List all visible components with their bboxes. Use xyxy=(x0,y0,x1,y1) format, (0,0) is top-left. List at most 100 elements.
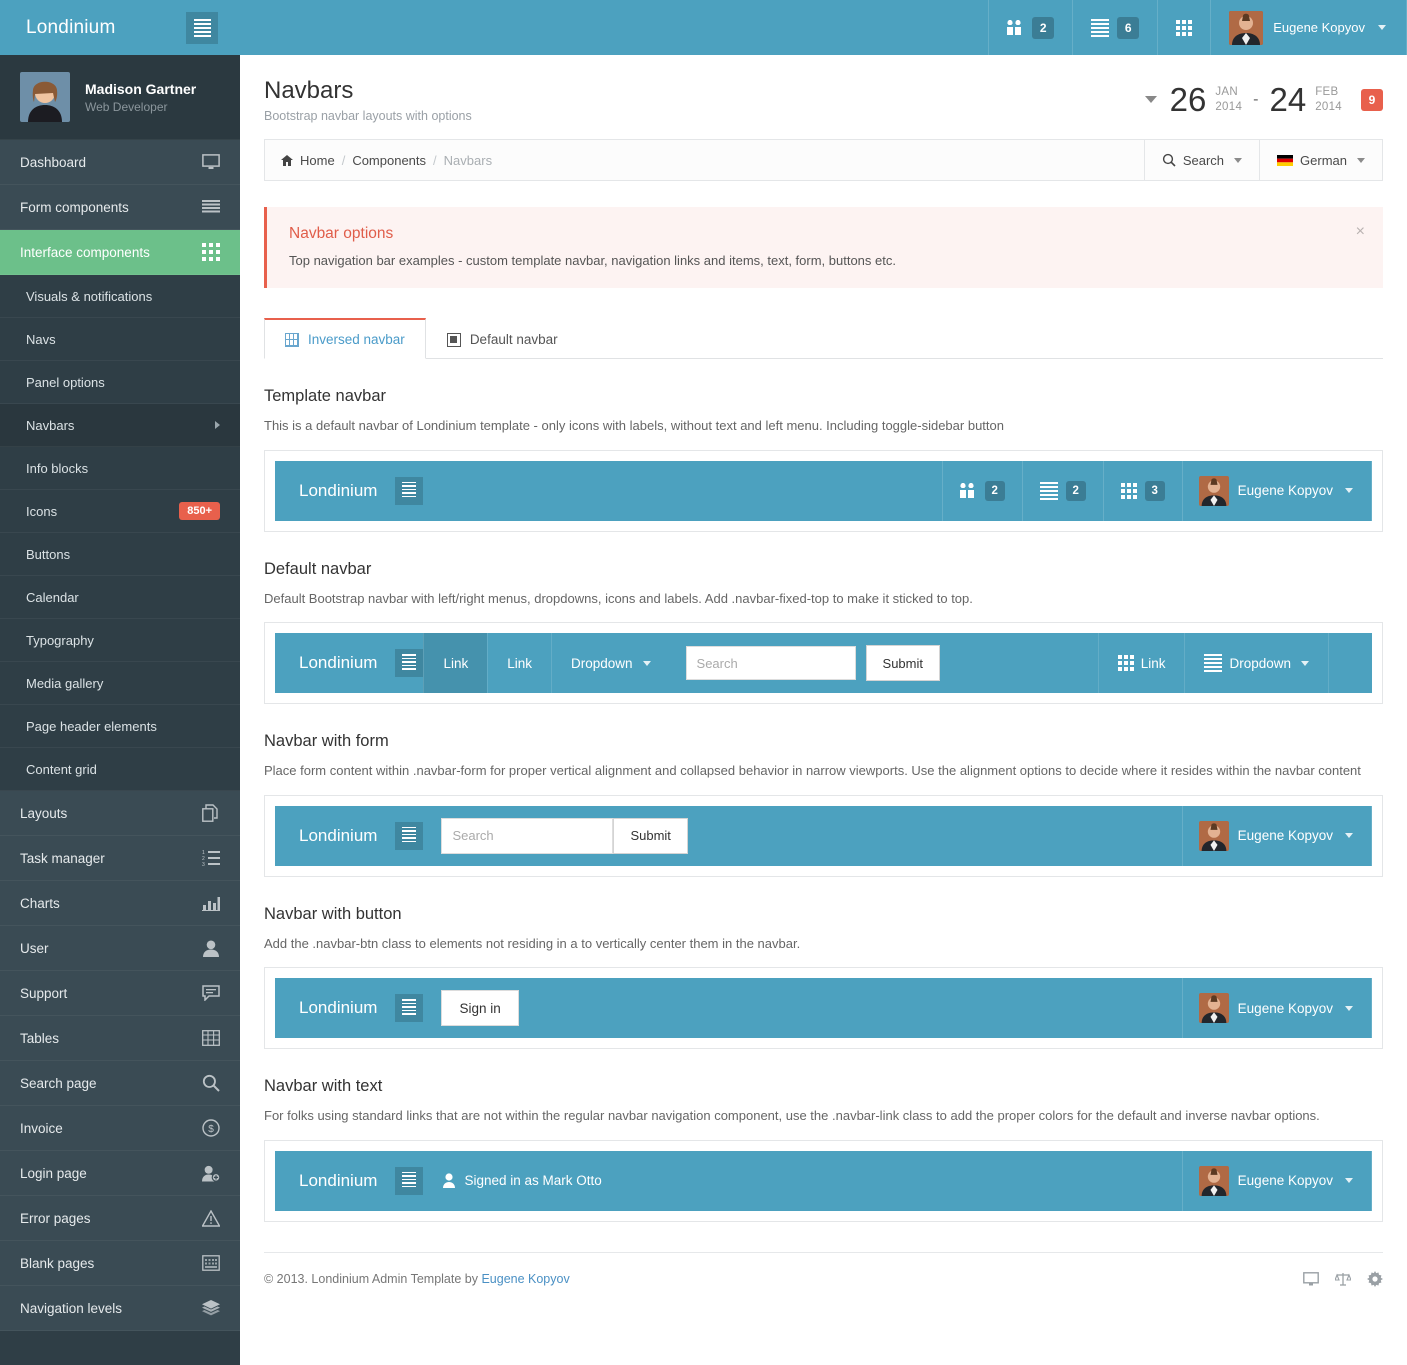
breadcrumb-components[interactable]: Components xyxy=(352,153,426,168)
section-description: This is a default navbar of Londinium te… xyxy=(264,418,1004,433)
sidebar-item-navs[interactable]: Navs xyxy=(0,318,240,361)
section-title: Navbar with form xyxy=(264,732,389,750)
sidebar-item-navbars[interactable]: Navbars xyxy=(0,404,240,447)
navbar-brand[interactable]: Londinium xyxy=(275,633,395,693)
navbar-toggle-button[interactable] xyxy=(395,476,424,505)
users-badge: 2 xyxy=(984,480,1005,501)
warning-triangle-icon xyxy=(202,1209,220,1227)
navbar-user-menu[interactable]: Eugene Kopyov xyxy=(1181,805,1372,866)
home-icon xyxy=(281,154,293,166)
sidebar-item-typography[interactable]: Typography xyxy=(0,619,240,662)
navbar-right-dropdown[interactable]: Dropdown xyxy=(1184,633,1328,693)
sidebar-item-charts[interactable]: Charts xyxy=(0,881,240,926)
date-dash: - xyxy=(1253,90,1259,108)
close-icon[interactable]: × xyxy=(1356,224,1365,240)
sidebar-item-layouts[interactable]: Layouts xyxy=(0,791,240,836)
sidebar-item-user[interactable]: User xyxy=(0,926,240,971)
navbar-link-2[interactable]: Link xyxy=(487,633,551,693)
navbar-link-1[interactable]: Link xyxy=(423,633,488,693)
navbar-user-name: Eugene Kopyov xyxy=(1237,483,1333,498)
sidebar-item-page-header-elements[interactable]: Page header elements xyxy=(0,705,240,748)
search-input[interactable] xyxy=(441,817,614,854)
chevron-down-icon xyxy=(1234,157,1243,163)
search-input[interactable] xyxy=(685,646,856,680)
navbar-brand[interactable]: Londinium xyxy=(275,978,395,1038)
section-navbar-text: Navbar with text For folks using standar… xyxy=(264,1077,1383,1222)
sidebar-item-navigation-levels[interactable]: Navigation levels xyxy=(0,1286,240,1331)
sidebar-toggle-button[interactable] xyxy=(186,11,218,44)
scales-icon[interactable] xyxy=(1335,1272,1351,1286)
breadcrumb-language-button[interactable]: German xyxy=(1259,140,1382,180)
gear-icon[interactable] xyxy=(1367,1270,1383,1287)
navbar-brand[interactable]: Londinium xyxy=(275,461,395,521)
sidebar-item-icons[interactable]: Icons 850+ xyxy=(0,490,240,533)
navbar-brand[interactable]: Londinium xyxy=(275,806,395,866)
navbar-user-menu[interactable]: Eugene Kopyov xyxy=(1181,1150,1372,1211)
section-description: For folks using standard links that are … xyxy=(264,1108,1320,1123)
sidebar-item-visuals-notifications[interactable]: Visuals & notifications xyxy=(0,275,240,318)
sidebar-item-login-page[interactable]: Login page xyxy=(0,1151,240,1196)
tab-default-navbar[interactable]: Default navbar xyxy=(426,319,579,359)
sidebar-item-info-blocks[interactable]: Info blocks xyxy=(0,447,240,490)
sidebar-item-interface-components[interactable]: Interface components xyxy=(0,230,240,275)
dropdown-label: Dropdown xyxy=(570,655,633,671)
date-start-month-year: JAN 2014 xyxy=(1215,86,1243,113)
sidebar-item-calendar[interactable]: Calendar xyxy=(0,576,240,619)
sidebar-item-buttons[interactable]: Buttons xyxy=(0,533,240,576)
navbar-toggle-button[interactable] xyxy=(395,1166,424,1195)
sidebar-item-task-manager[interactable]: Task manager 1 2 3 xyxy=(0,836,240,881)
sidebar-item-support[interactable]: Support xyxy=(0,971,240,1016)
page-header: Navbars Bootstrap navbar layouts with op… xyxy=(240,55,1407,139)
sidebar-item-tables[interactable]: Tables xyxy=(0,1016,240,1061)
copy-icon xyxy=(202,804,220,822)
sidebar-item-form-components[interactable]: Form components xyxy=(0,185,240,230)
navbar-dropdown-1[interactable]: Dropdown xyxy=(550,633,670,693)
language-label: German xyxy=(1300,152,1347,168)
date-range-picker[interactable]: 26 JAN 2014 - 24 FEB 2014 9 xyxy=(1144,77,1383,116)
navbar-with-text: Londinium Signed in as Mark Otto Eugene … xyxy=(275,1150,1372,1211)
navbar-toggle-button[interactable] xyxy=(395,649,424,677)
top-nav-users[interactable]: 2 xyxy=(988,0,1072,55)
top-nav-user-menu[interactable]: Eugene Kopyov xyxy=(1210,0,1407,55)
breadcrumb-home[interactable]: Home xyxy=(300,153,335,168)
sidebar-profile[interactable]: Madison Gartner Web Developer xyxy=(0,55,240,140)
breadcrumb-search-button[interactable]: Search xyxy=(1143,140,1259,180)
navbar-users-cell[interactable]: 2 xyxy=(941,460,1022,521)
submit-button[interactable]: Submit xyxy=(613,817,688,854)
sidebar-item-blank-pages[interactable]: Blank pages xyxy=(0,1241,240,1286)
monitor-icon[interactable] xyxy=(1303,1271,1319,1286)
sidebar-item-search-page[interactable]: Search page xyxy=(0,1061,240,1106)
footer-author-link[interactable]: Eugene Kopyov xyxy=(481,1272,569,1286)
users-badge: 2 xyxy=(1032,16,1055,39)
sidebar-item-media-gallery[interactable]: Media gallery xyxy=(0,662,240,705)
sign-in-button[interactable]: Sign in xyxy=(441,990,519,1026)
navbar-toggle-button[interactable] xyxy=(395,821,424,850)
sidebar-item-dashboard[interactable]: Dashboard xyxy=(0,140,240,185)
top-nav-messages[interactable]: 6 xyxy=(1072,0,1157,55)
tab-inversed-navbar[interactable]: Inversed navbar xyxy=(264,318,426,359)
navbar-user-menu[interactable]: Eugene Kopyov xyxy=(1181,978,1372,1038)
section-description: Place form content within .navbar-form f… xyxy=(264,763,1361,778)
navbar-right-link[interactable]: Link xyxy=(1097,633,1185,693)
navbar-brand[interactable]: Londinium xyxy=(275,1151,395,1211)
top-nav-apps[interactable] xyxy=(1157,0,1210,55)
sidebar-item-label: Navs xyxy=(26,331,56,347)
navbar-toggle-button[interactable] xyxy=(395,994,424,1022)
navbar-user-menu[interactable]: Eugene Kopyov xyxy=(1181,460,1372,521)
sidebar-item-label: Interface components xyxy=(20,244,150,260)
sidebar-item-invoice[interactable]: Invoice $ xyxy=(0,1106,240,1151)
sidebar-item-label: Support xyxy=(20,985,68,1001)
navbar-user-name: Eugene Kopyov xyxy=(1237,1173,1333,1188)
app-root: Londinium 2 6 Eugene Kopyov Madison Gart… xyxy=(0,0,1407,1365)
sidebar-item-label: Content grid xyxy=(26,761,97,777)
navbar-apps-cell[interactable]: 3 xyxy=(1102,460,1182,521)
sidebar-item-error-pages[interactable]: Error pages xyxy=(0,1196,240,1241)
navbar-messages-cell[interactable]: 2 xyxy=(1021,460,1103,521)
submit-button[interactable]: Submit xyxy=(865,645,940,681)
search-label: Search xyxy=(1182,152,1225,168)
navbar-user-name: Eugene Kopyov xyxy=(1237,828,1333,843)
chevron-down-icon xyxy=(1345,488,1353,493)
sidebar-item-panel-options[interactable]: Panel options xyxy=(0,361,240,404)
sidebar-item-content-grid[interactable]: Content grid xyxy=(0,748,240,791)
